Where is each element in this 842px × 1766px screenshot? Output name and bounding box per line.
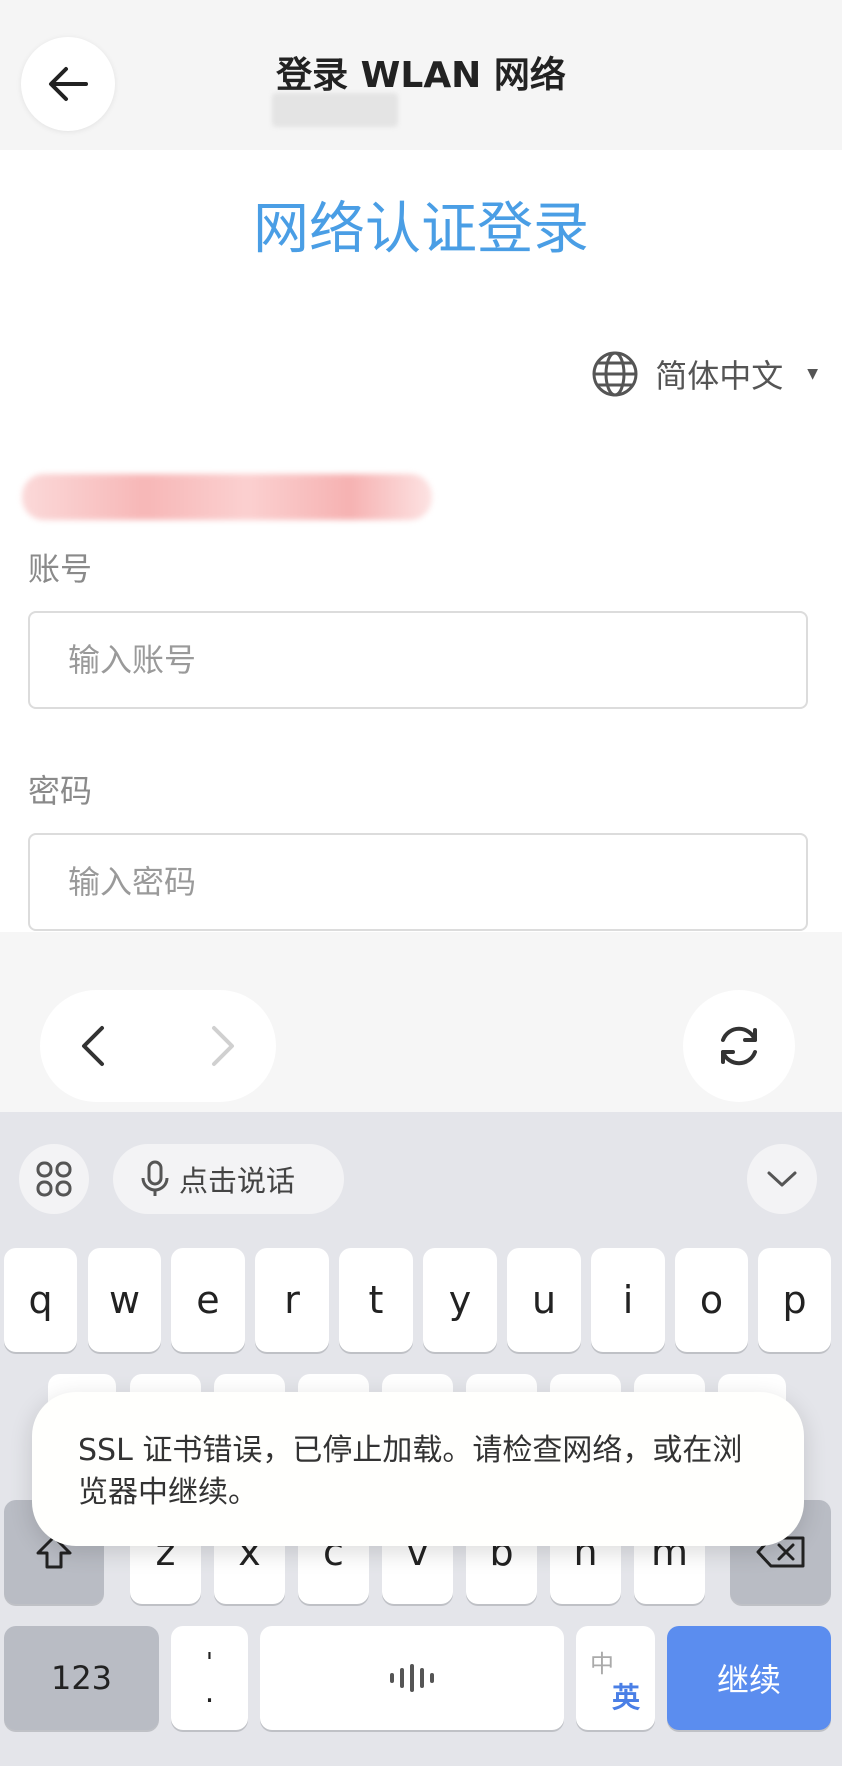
- continue-key[interactable]: 继续: [667, 1626, 831, 1730]
- key-o[interactable]: o: [675, 1248, 748, 1352]
- password-label: 密码: [28, 772, 93, 810]
- portal-heading: 网络认证登录: [253, 197, 589, 262]
- key-y[interactable]: y: [423, 1248, 497, 1352]
- punctuation-key[interactable]: ' .: [171, 1626, 248, 1730]
- refresh-icon: [721, 1026, 757, 1066]
- redacted-text: [22, 474, 432, 520]
- history-nav: [40, 990, 276, 1102]
- chevron-right-icon[interactable]: [208, 1024, 238, 1068]
- voice-wave-icon: [390, 1664, 434, 1692]
- redacted-ssid: [272, 93, 398, 127]
- browser-nav-bar: [0, 932, 842, 1112]
- punct-top-label: ': [205, 1648, 214, 1678]
- ssl-error-toast: SSL 证书错误，已停止加载。请检查网络，或在浏览器中继续。: [32, 1392, 804, 1546]
- grid-apps-icon: [36, 1161, 72, 1197]
- language-switch-key[interactable]: 中 英: [576, 1626, 655, 1730]
- caret-down-icon: ▼: [807, 366, 818, 382]
- key-u[interactable]: u: [507, 1248, 581, 1352]
- language-label: 简体中文: [655, 357, 784, 395]
- page-title: 登录 WLAN 网络: [276, 55, 566, 96]
- top-app-bar: 登录 WLAN 网络: [0, 0, 842, 150]
- voice-input-label: 点击说话: [179, 1164, 296, 1198]
- lang-switch-zh: 中: [590, 1650, 614, 1678]
- chevron-left-icon[interactable]: [78, 1024, 108, 1068]
- microphone-icon: [141, 1160, 169, 1196]
- space-key[interactable]: [260, 1626, 564, 1730]
- key-e[interactable]: e: [171, 1248, 245, 1352]
- refresh-button[interactable]: [683, 990, 795, 1102]
- language-selector[interactable]: 简体中文 ▼: [591, 350, 818, 398]
- account-input[interactable]: [28, 611, 808, 709]
- numbers-key[interactable]: 123: [4, 1626, 159, 1730]
- punct-bottom-label: .: [204, 1675, 215, 1710]
- globe-icon: [592, 351, 638, 397]
- lang-switch-en: 英: [612, 1681, 641, 1714]
- chevron-down-icon: [767, 1171, 797, 1187]
- key-q[interactable]: q: [4, 1248, 77, 1352]
- key-p[interactable]: p: [758, 1248, 831, 1352]
- password-input[interactable]: [28, 833, 808, 931]
- key-w[interactable]: w: [88, 1248, 161, 1352]
- key-t[interactable]: t: [339, 1248, 413, 1352]
- hide-keyboard-button[interactable]: [747, 1144, 817, 1214]
- key-i[interactable]: i: [591, 1248, 665, 1352]
- voice-input-button[interactable]: 点击说话: [113, 1144, 344, 1214]
- key-r[interactable]: r: [255, 1248, 329, 1352]
- keyboard-menu-button[interactable]: [19, 1144, 89, 1214]
- account-label: 账号: [28, 550, 93, 588]
